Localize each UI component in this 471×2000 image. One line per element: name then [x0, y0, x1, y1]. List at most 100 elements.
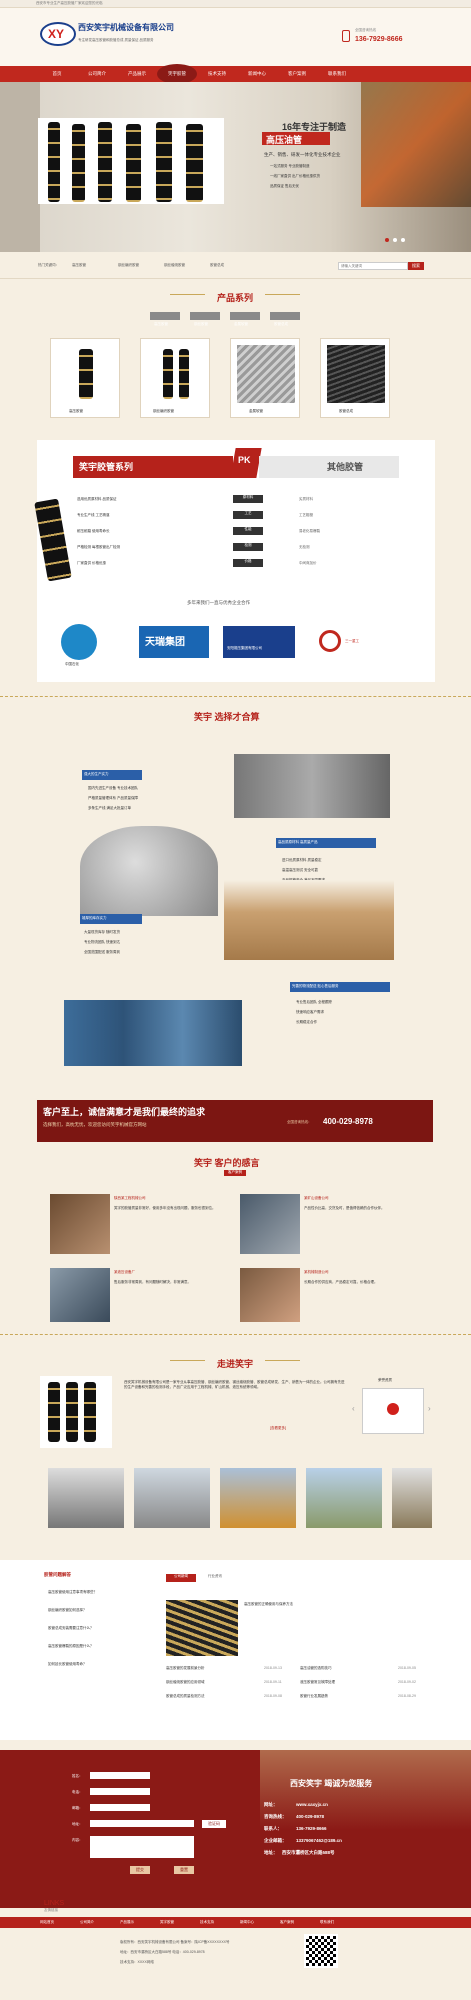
news-item[interactable]: 高压胶管的发展前景分析 [166, 1666, 205, 1671]
carousel-dot[interactable] [393, 238, 397, 242]
why-block-title: 强大的生产实力 [84, 772, 109, 776]
partner-logo-sinopec [61, 624, 97, 660]
email-field[interactable] [90, 1804, 150, 1811]
footer-nav-item[interactable]: 网站首页 [40, 1920, 54, 1925]
copyright-line: 版权所有：西安笑宇机械设备有限公司 备案号：陕ICP备XXXXXXXX号 [120, 1940, 230, 1944]
certificate-image [362, 1388, 424, 1434]
pk-hose-image [34, 498, 72, 582]
product-card[interactable]: 钢丝编织胶管 [140, 338, 210, 418]
footer-nav-item[interactable]: 笑宇胶管 [160, 1920, 174, 1925]
news-tab-active[interactable]: 公司新闻 [166, 1574, 196, 1582]
case-photo[interactable] [134, 1468, 210, 1528]
testimonial-name: 陕西某工程机械公司 [114, 1196, 146, 1200]
news-item[interactable]: 液压胶管常见故障处理 [300, 1680, 335, 1685]
product-card[interactable]: 金属软管 [230, 338, 300, 418]
pk-badge-text: PK [238, 455, 251, 465]
pk-left-row: 厂家直供 价格优惠 [77, 561, 106, 565]
pk-section: 笑宇胶管系列 PK 其他胶管 选用优质原材料 品质保证 专业生产线 工艺精湛 耐… [34, 440, 435, 682]
news-item[interactable]: 胶管行业发展趋势 [300, 1694, 328, 1699]
case-photo[interactable] [306, 1468, 382, 1528]
company-name: 西安笑宇机械设备有限公司 [78, 23, 174, 32]
customer-photo [240, 1268, 300, 1322]
nav-item-products[interactable]: 产品展示 [117, 66, 157, 82]
submit-button[interactable]: 提交 [130, 1866, 150, 1874]
about-more-link[interactable]: [查看更多] [270, 1426, 286, 1431]
carousel-dot[interactable] [401, 238, 405, 242]
nav-item-tech[interactable]: 技术支持 [197, 66, 237, 82]
faq-item[interactable]: 钢丝编织胶管如何选择？ [48, 1608, 87, 1613]
news-feature-title[interactable]: 高压胶管的正确使用与保养方法 [244, 1602, 344, 1607]
contact-site[interactable]: www.xaxyjx.cn [296, 1802, 328, 1808]
nav-item-xiaoyu[interactable]: 笑宇胶管 [157, 64, 197, 84]
hot-keyword[interactable]: 钢丝编织胶管 [118, 263, 139, 268]
news-item[interactable]: 高压油管的选购技巧 [300, 1666, 332, 1671]
product-card[interactable]: 高压胶管 [50, 338, 120, 418]
pk-left-row: 选用优质原材料 品质保证 [77, 497, 117, 501]
footer-nav-item[interactable]: 技术支持 [200, 1920, 214, 1925]
news-feature-image[interactable] [166, 1600, 238, 1656]
product-card[interactable]: 胶管总成 [320, 338, 390, 418]
case-photo[interactable] [48, 1468, 124, 1528]
footer-nav-item[interactable]: 客户案例 [280, 1920, 294, 1925]
nav-item-home[interactable]: 首页 [37, 66, 77, 82]
section-title-bg: 产品系列 [205, 288, 265, 303]
why-line: 多条生产线 满足大批量订单 [88, 806, 131, 810]
testimonials-tag: 客户案例 [224, 1170, 246, 1176]
product-tab[interactable]: 金属软管 [230, 312, 260, 326]
captcha-button[interactable]: 验证码 [202, 1820, 226, 1828]
cert-prev-icon[interactable]: ‹ [352, 1404, 355, 1413]
faq-item[interactable]: 高压胶管使用注意事项有哪些？ [48, 1590, 97, 1595]
carousel-dot-active[interactable] [385, 238, 389, 242]
faq-item[interactable]: 如何延长胶管使用寿命？ [48, 1662, 87, 1667]
footer-nav-item[interactable]: 产品展示 [120, 1920, 134, 1925]
news-item[interactable]: 胶管总成的质量检测方法 [166, 1694, 205, 1699]
footer-nav-item[interactable]: 新闻中心 [240, 1920, 254, 1925]
product-image [57, 345, 115, 403]
divider [0, 278, 471, 279]
product-tab[interactable]: 高压胶管 [150, 312, 180, 326]
footer-nav-item[interactable]: 公司简介 [80, 1920, 94, 1925]
news-date: 2018-09-13 [264, 1666, 282, 1670]
phone-field[interactable] [90, 1788, 150, 1795]
topbar-text: 西安市专业生产高压胶管厂家欢迎您的光临 [36, 1, 103, 5]
case-photo[interactable] [220, 1468, 296, 1528]
case-photo[interactable] [392, 1468, 432, 1528]
news-tab[interactable]: 行业资讯 [200, 1574, 230, 1582]
form-label: 内容： [72, 1838, 83, 1842]
banner-quarry-image [0, 82, 40, 252]
nav-item-cases[interactable]: 客户案例 [277, 66, 317, 82]
cert-next-icon[interactable]: › [428, 1404, 431, 1413]
hot-keyword[interactable]: 钢丝缠绕胶管 [164, 263, 185, 268]
nav-item-about[interactable]: 公司简介 [77, 66, 117, 82]
message-field[interactable] [90, 1836, 194, 1858]
banner-bullet: 品质保证 售后无忧 [270, 184, 299, 188]
pk-right-row: 工艺粗糙 [299, 513, 313, 517]
news-item[interactable]: 钢丝缠绕胶管的应用领域 [166, 1680, 205, 1685]
footer-nav-item[interactable]: 联系我们 [320, 1920, 334, 1925]
faq-item[interactable]: 胶管总成安装需要注意什么？ [48, 1626, 94, 1631]
product-image [327, 345, 385, 403]
nav-item-news[interactable]: 新闻中心 [237, 66, 277, 82]
hot-keyword[interactable]: 胶管总成 [210, 263, 224, 268]
logo[interactable]: XY [40, 22, 76, 46]
faq-item[interactable]: 高压胶管爆裂的原因是什么？ [48, 1644, 94, 1649]
nav-item-contact[interactable]: 联系我们 [317, 66, 357, 82]
product-tab[interactable]: 胶管总成 [270, 312, 300, 326]
factory-photo [234, 754, 390, 818]
why-block-title: 雄厚的库存实力 [82, 916, 107, 920]
search-input[interactable] [338, 262, 408, 270]
search-button[interactable]: 搜索 [408, 262, 424, 270]
product-tab[interactable]: 钢丝胶管 [190, 312, 220, 326]
pk-right-title: 其他胶管 [327, 462, 364, 472]
warehouse-photo [64, 1000, 242, 1066]
pk-mid-label: 性能 [233, 527, 263, 535]
pk-mid-label: 检测 [233, 543, 263, 551]
contact-label: 网址： [264, 1802, 278, 1807]
partners-title: 多年来我们一直与优秀企业合作 [187, 600, 250, 605]
products-title: 产品系列 [216, 293, 253, 303]
pk-left-row: 耐压耐磨 使用寿命长 [77, 529, 110, 533]
address-field[interactable] [90, 1820, 194, 1827]
name-field[interactable] [90, 1772, 150, 1779]
hot-keyword[interactable]: 高压胶管 [72, 263, 86, 268]
reset-button[interactable]: 重置 [174, 1866, 194, 1874]
